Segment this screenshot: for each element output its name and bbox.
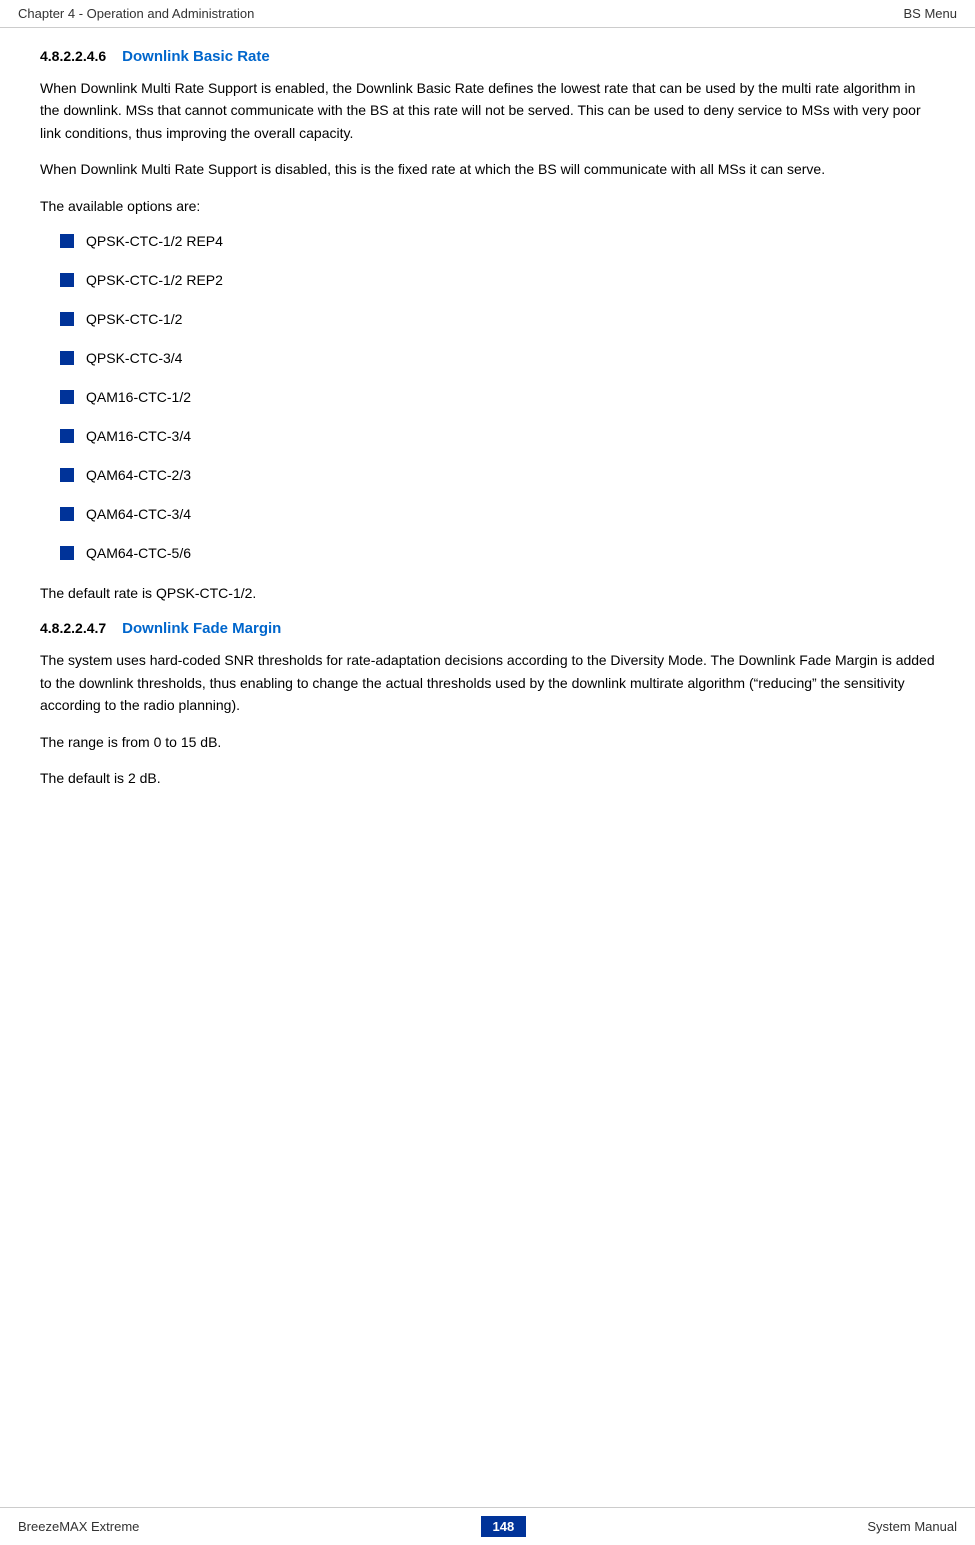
list-item-text: QAM64-CTC-3/4 bbox=[86, 504, 191, 525]
section-2-heading: 4.8.2.2.4.7 Downlink Fade Margin bbox=[40, 620, 935, 637]
bullet-icon bbox=[60, 429, 74, 443]
footer-bar: BreezeMAX Extreme 148 System Manual bbox=[0, 1507, 975, 1545]
list-item: QAM64-CTC-3/4 bbox=[60, 504, 935, 525]
bullet-icon bbox=[60, 312, 74, 326]
list-item: QPSK-CTC-1/2 REP4 bbox=[60, 231, 935, 252]
section-2-title: Downlink Fade Margin bbox=[122, 620, 281, 637]
list-item: QPSK-CTC-3/4 bbox=[60, 348, 935, 369]
header-right: BS Menu bbox=[904, 6, 957, 21]
section-2-para1: The system uses hard-coded SNR threshold… bbox=[40, 649, 935, 716]
bullet-icon bbox=[60, 390, 74, 404]
bullet-icon bbox=[60, 546, 74, 560]
list-item-text: QAM16-CTC-1/2 bbox=[86, 387, 191, 408]
bullet-list: QPSK-CTC-1/2 REP4 QPSK-CTC-1/2 REP2 QPSK-C… bbox=[60, 231, 935, 564]
list-item-text: QPSK-CTC-1/2 REP2 bbox=[86, 270, 223, 291]
main-content: 4.8.2.2.4.6 Downlink Basic Rate When Dow… bbox=[0, 28, 975, 865]
section-1-default: The default rate is QPSK-CTC-1/2. bbox=[40, 582, 935, 604]
list-item: QAM64-CTC-2/3 bbox=[60, 465, 935, 486]
list-item: QAM16-CTC-3/4 bbox=[60, 426, 935, 447]
section-2-number: 4.8.2.2.4.7 bbox=[40, 620, 106, 636]
header-left: Chapter 4 - Operation and Administration bbox=[18, 6, 254, 21]
section-2-para3: The default is 2 dB. bbox=[40, 767, 935, 789]
list-item: QPSK-CTC-1/2 bbox=[60, 309, 935, 330]
list-item-text: QPSK-CTC-3/4 bbox=[86, 348, 182, 369]
list-item: QPSK-CTC-1/2 REP2 bbox=[60, 270, 935, 291]
section-1-para2: When Downlink Multi Rate Support is disa… bbox=[40, 158, 935, 180]
list-item: QAM64-CTC-5/6 bbox=[60, 543, 935, 564]
header-bar: Chapter 4 - Operation and Administration… bbox=[0, 0, 975, 28]
bullet-icon bbox=[60, 273, 74, 287]
section-1-body: When Downlink Multi Rate Support is enab… bbox=[40, 77, 935, 604]
footer-left: BreezeMAX Extreme bbox=[18, 1519, 139, 1534]
footer-right: System Manual bbox=[867, 1519, 957, 1534]
section-2-para2: The range is from 0 to 15 dB. bbox=[40, 731, 935, 753]
bullet-icon bbox=[60, 468, 74, 482]
list-item-text: QAM16-CTC-3/4 bbox=[86, 426, 191, 447]
section-1-number: 4.8.2.2.4.6 bbox=[40, 48, 106, 64]
list-item-text: QAM64-CTC-2/3 bbox=[86, 465, 191, 486]
section-1-para1: When Downlink Multi Rate Support is enab… bbox=[40, 77, 935, 144]
bullet-icon bbox=[60, 507, 74, 521]
section-1-para3: The available options are: bbox=[40, 195, 935, 217]
list-item-text: QPSK-CTC-1/2 REP4 bbox=[86, 231, 223, 252]
bullet-icon bbox=[60, 234, 74, 248]
bullet-icon bbox=[60, 351, 74, 365]
section-1-title: Downlink Basic Rate bbox=[122, 48, 270, 65]
list-item-text: QPSK-CTC-1/2 bbox=[86, 309, 182, 330]
section-2-body: The system uses hard-coded SNR threshold… bbox=[40, 649, 935, 789]
page-number: 148 bbox=[481, 1516, 527, 1537]
list-item-text: QAM64-CTC-5/6 bbox=[86, 543, 191, 564]
section-1-heading: 4.8.2.2.4.6 Downlink Basic Rate bbox=[40, 48, 935, 65]
list-item: QAM16-CTC-1/2 bbox=[60, 387, 935, 408]
